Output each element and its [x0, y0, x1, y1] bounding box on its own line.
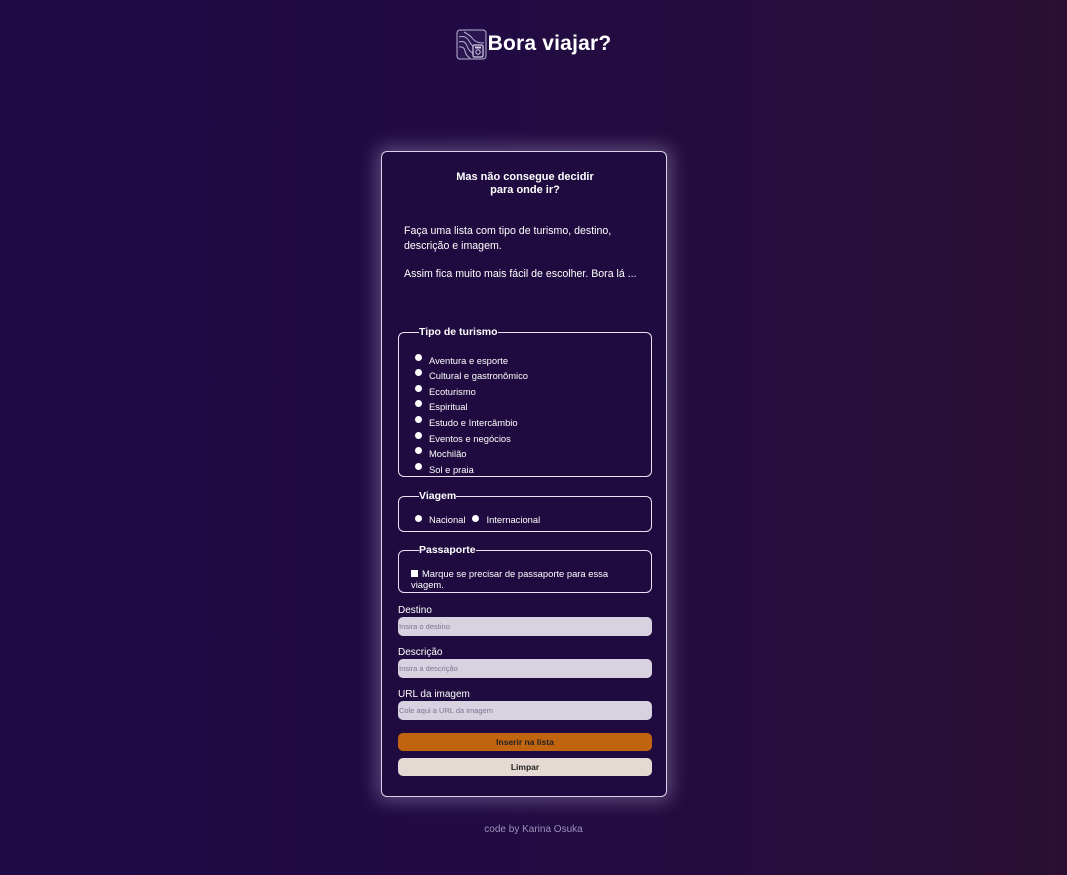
description-input[interactable] [398, 659, 652, 678]
radio-button[interactable] [415, 400, 422, 408]
radio-label: Cultural e gastronômico [429, 370, 529, 382]
radio-option-study[interactable]: Estudo e Intercâmbio [415, 415, 518, 429]
passport-fieldset: Passaporte Marque se precisar de passapo… [398, 545, 652, 593]
radio-option-events[interactable]: Eventos e negócios [415, 431, 511, 445]
tourism-type-fieldset: Tipo de turismo Aventura e esporte Cultu… [398, 327, 652, 477]
image-url-label: URL da imagem [398, 689, 470, 700]
radio-button[interactable] [415, 515, 422, 522]
trip-legend: Viagem [419, 490, 457, 502]
passport-legend: Passaporte [419, 544, 476, 556]
radio-button[interactable] [415, 369, 422, 377]
radio-label: Espiritual [429, 401, 468, 413]
radio-option-cultural[interactable]: Cultural e gastronômico [415, 369, 528, 383]
passport-option[interactable]: Marque se precisar de passaporte para es… [411, 568, 641, 590]
trip-options: Nacional Internacional [415, 514, 547, 525]
radio-option-ecotourism[interactable]: Ecoturismo [415, 384, 476, 398]
radio-label: Nacional [429, 514, 466, 525]
travel-form-card: Mas não consegue decidir para onde ir? F… [381, 151, 667, 797]
destination-label: Destino [398, 605, 432, 616]
radio-label: Sol e praia [429, 463, 474, 475]
site-title: Bora viajar? [487, 32, 612, 55]
clear-button[interactable]: Limpar [398, 758, 652, 776]
tourism-type-legend: Tipo de turismo [419, 326, 498, 338]
intro-text-secondary: Assim fica muito mais fácil de escolher.… [404, 268, 637, 280]
destination-input[interactable] [398, 617, 652, 636]
insert-button[interactable]: Inserir na lista [398, 733, 652, 751]
radio-button[interactable] [415, 431, 422, 439]
radio-option-beach[interactable]: Sol e praia [415, 462, 474, 476]
footer-credit: code by Karina Osuka [484, 824, 583, 835]
radio-label: Aventura e esporte [429, 354, 509, 366]
card-title: Mas não consegue decidir para onde ir? [456, 171, 594, 196]
radio-button[interactable] [415, 415, 422, 423]
passport-checkbox-label: Marque se precisar de passaporte para es… [411, 568, 609, 590]
radio-label: Estudo e Intercâmbio [429, 416, 518, 428]
radio-option-international[interactable]: Internacional [472, 514, 540, 525]
image-url-input[interactable] [398, 701, 652, 720]
passport-checkbox[interactable] [411, 570, 418, 577]
site-header: Bora viajar? [0, 27, 1067, 61]
radio-button[interactable] [415, 462, 422, 470]
radio-option-national[interactable]: Nacional [415, 514, 465, 525]
radio-button[interactable] [472, 515, 480, 522]
radio-label: Internacional [486, 514, 541, 525]
radio-button[interactable] [415, 447, 422, 455]
radio-option-backpacking[interactable]: Mochilão [415, 447, 467, 461]
radio-label: Mochilão [429, 448, 467, 460]
travel-map-icon [456, 29, 487, 59]
radio-label: Ecoturismo [429, 385, 476, 397]
description-label: Descrição [398, 647, 443, 658]
radio-option-adventure[interactable]: Aventura e esporte [415, 353, 508, 367]
radio-option-spiritual[interactable]: Espiritual [415, 400, 468, 414]
radio-button[interactable] [415, 353, 422, 361]
radio-label: Eventos e negócios [429, 432, 511, 444]
radio-button[interactable] [415, 384, 422, 392]
intro-text: Faça uma lista com tipo de turismo, dest… [404, 225, 612, 252]
trip-fieldset: Viagem Nacional Internacional [398, 491, 652, 532]
